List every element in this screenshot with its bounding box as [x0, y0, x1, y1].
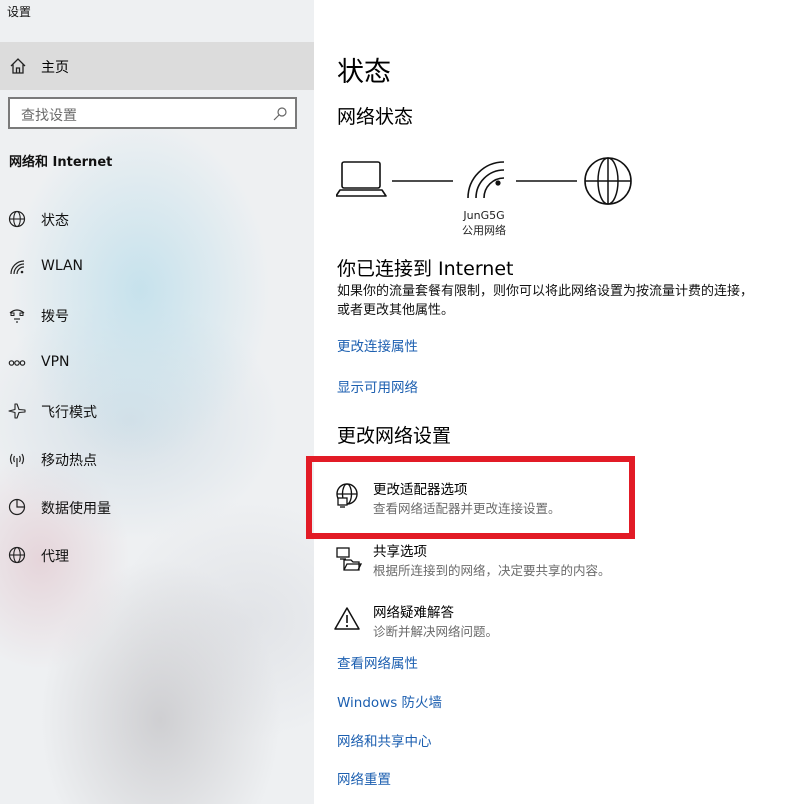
sidebar: 设置 主页 查找设置 网络和 Internet 状态 WLAN 拨号 VPN 飞… [0, 0, 314, 804]
sidebar-item-airplane-mode[interactable]: 飞行模式 [0, 391, 314, 431]
search-placeholder: 查找设置 [21, 108, 77, 124]
warning-icon [334, 607, 360, 630]
dialup-icon [9, 309, 25, 323]
window-title: 设置 [7, 5, 32, 19]
airplane-icon [8, 403, 26, 419]
option-subtitle: 根据所连接到的网络，决定要共享的内容。 [373, 563, 611, 578]
sidebar-item-label: 移动热点 [41, 453, 97, 469]
laptop-icon [336, 161, 387, 197]
sharing-options-item[interactable]: 共享选项 根据所连接到的网络，决定要共享的内容。 [334, 540, 734, 586]
internet-globe-icon [584, 157, 632, 205]
sidebar-item-label: WLAN [41, 258, 84, 274]
change-adapter-options-item[interactable]: 更改适配器选项 查看网络适配器并更改连接设置。 [334, 478, 734, 524]
search-input[interactable]: 查找设置 [8, 97, 297, 129]
sidebar-item-label: 主页 [41, 60, 69, 76]
sidebar-item-hotspot[interactable]: 移动热点 [0, 439, 314, 479]
show-available-networks-link[interactable]: 显示可用网络 [337, 376, 418, 396]
sidebar-item-wlan[interactable]: WLAN [0, 247, 314, 287]
wifi-icon [467, 161, 505, 199]
search-icon[interactable] [272, 106, 288, 122]
network-troubleshooter-item[interactable]: 网络疑难解答 诊断并解决网络问题。 [334, 601, 734, 647]
sidebar-item-label: 数据使用量 [41, 501, 111, 517]
globe-icon [8, 546, 26, 564]
change-connection-properties-link[interactable]: 更改连接属性 [337, 335, 418, 355]
connected-description: 如果你的流量套餐有限制，则你可以将此网络设置为按流量计费的连接，或者更改其他属性… [337, 284, 754, 318]
adapter-icon [336, 483, 358, 508]
option-subtitle: 查看网络适配器并更改连接设置。 [373, 501, 561, 516]
sidebar-item-label: 飞行模式 [41, 405, 97, 421]
sharing-icon [336, 547, 362, 571]
option-title: 更改适配器选项 [373, 482, 468, 498]
network-name: JunG5G 公用网络 [444, 208, 524, 238]
data-usage-icon [8, 498, 26, 516]
view-network-properties-link[interactable]: 查看网络属性 [337, 652, 418, 672]
windows-firewall-link[interactable]: Windows 防火墙 [337, 691, 442, 711]
network-reset-link[interactable]: 网络重置 [337, 768, 391, 788]
page-title: 状态 [337, 57, 391, 88]
option-subtitle: 诊断并解决网络问题。 [373, 624, 499, 639]
sidebar-item-label: 拨号 [41, 309, 69, 325]
sidebar-item-status[interactable]: 状态 [0, 199, 314, 239]
sidebar-item-vpn[interactable]: VPN [0, 343, 314, 383]
sidebar-item-label: 代理 [41, 549, 69, 565]
vpn-icon [8, 360, 26, 366]
sidebar-item-label: 状态 [41, 213, 69, 229]
sidebar-item-dialup[interactable]: 拨号 [0, 295, 314, 335]
ssid-label: JunG5G [463, 209, 505, 222]
sidebar-section-title: 网络和 Internet [9, 155, 113, 170]
sidebar-item-proxy[interactable]: 代理 [0, 535, 314, 575]
sidebar-item-home[interactable]: 主页 [0, 42, 314, 90]
hotspot-icon [9, 453, 25, 467]
main-content: 状态 网络状态 JunG5G 公用网络 你已连接到 Internet 如果你的流… [314, 0, 802, 804]
change-network-settings-heading: 更改网络设置 [337, 425, 452, 447]
sidebar-item-label: VPN [41, 354, 70, 370]
wifi-icon [10, 260, 25, 275]
network-sharing-center-link[interactable]: 网络和共享中心 [337, 730, 432, 750]
sidebar-item-data-usage[interactable]: 数据使用量 [0, 487, 314, 527]
globe-icon [8, 210, 26, 228]
option-title: 共享选项 [373, 544, 427, 560]
option-title: 网络疑难解答 [373, 605, 454, 621]
network-status-heading: 网络状态 [337, 106, 414, 128]
network-type-label: 公用网络 [462, 224, 506, 237]
home-icon [10, 58, 26, 74]
connected-heading: 你已连接到 Internet [337, 258, 514, 280]
